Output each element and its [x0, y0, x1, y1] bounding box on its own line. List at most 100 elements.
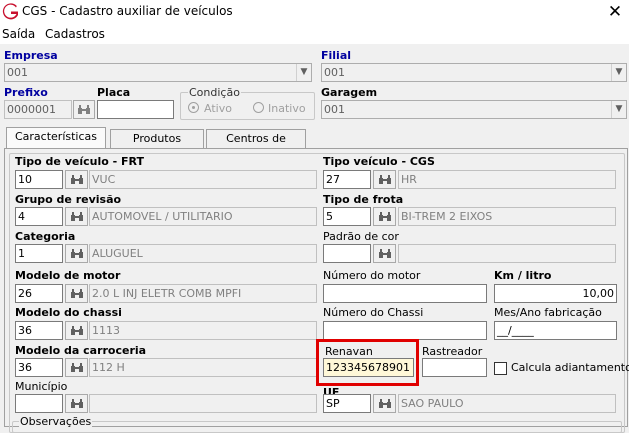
garagem-value: 001 — [324, 103, 345, 116]
numero-chassi-label: Número do Chassi — [323, 306, 424, 319]
garagem-label: Garagem — [321, 86, 378, 99]
renavan-highlight-box — [316, 339, 419, 386]
rastreador-input[interactable] — [422, 358, 487, 377]
municipio-label: Município — [15, 380, 68, 393]
padrao-cor-desc — [398, 244, 616, 263]
rastreador-label: Rastreador — [422, 345, 483, 358]
tipo-veiculo-frt-desc: VUC — [89, 170, 317, 189]
calcula-adiantamento-checkbox[interactable] — [494, 362, 507, 375]
binoculars-icon — [70, 175, 83, 184]
garagem-select[interactable]: 001 — [321, 100, 627, 119]
municipio-desc — [89, 394, 317, 413]
modelo-motor-label: Modelo de motor — [15, 269, 121, 282]
binoculars-icon — [70, 212, 83, 221]
empresa-value: 001 — [7, 66, 28, 79]
binoculars-icon — [78, 105, 90, 114]
tipo-veiculo-cgs-code[interactable]: 27 — [323, 170, 371, 189]
binoculars-icon — [70, 326, 83, 335]
tipo-frota-desc: BI-TREM 2 EIXOS — [398, 207, 616, 226]
radio-inativo[interactable] — [253, 102, 264, 113]
km-litro-input[interactable]: 10,00 — [494, 284, 617, 303]
close-button[interactable]: ✕ — [604, 1, 626, 23]
modelo-chassi-desc: 1113 — [89, 321, 317, 340]
filial-value: 001 — [324, 66, 345, 79]
tab-produtos[interactable]: Produtos — [110, 129, 204, 149]
chevron-down-icon[interactable]: ▼ — [611, 64, 626, 81]
modelo-chassi-search-button[interactable] — [65, 321, 88, 340]
km-litro-label: Km / litro — [494, 269, 552, 282]
menu-saida[interactable]: Saída — [2, 27, 35, 41]
chevron-down-icon[interactable]: ▼ — [611, 101, 626, 118]
modelo-carroceria-search-button[interactable] — [65, 358, 88, 377]
padrao-cor-code[interactable] — [323, 244, 371, 263]
tipo-frota-code[interactable]: 5 — [323, 207, 371, 226]
binoculars-icon — [70, 363, 83, 372]
binoculars-icon — [378, 399, 391, 408]
modelo-chassi-label: Modelo do chassi — [15, 306, 122, 319]
prefixo-label: Prefixo — [4, 86, 48, 99]
padrao-cor-search-button[interactable] — [373, 244, 396, 263]
grupo-revisao-code[interactable]: 4 — [15, 207, 63, 226]
categoria-desc: ALUGUEL — [89, 244, 317, 263]
municipio-search-button[interactable] — [65, 394, 88, 413]
prefixo-search-button[interactable] — [73, 100, 95, 119]
condicao-label: Condição — [188, 86, 241, 99]
uf-search-button[interactable] — [373, 394, 396, 413]
placa-label: Placa — [97, 86, 131, 99]
tipo-veiculo-frt-search-button[interactable] — [65, 170, 88, 189]
empresa-select[interactable]: 001 — [4, 63, 312, 82]
uf-code[interactable]: SP — [323, 394, 371, 413]
radio-ativo-label: Ativo — [204, 102, 232, 115]
tipo-veiculo-cgs-search-button[interactable] — [373, 170, 396, 189]
placa-input[interactable] — [97, 100, 174, 119]
numero-motor-label: Número do motor — [323, 269, 421, 282]
modelo-chassi-code[interactable]: 36 — [15, 321, 63, 340]
grupo-revisao-label: Grupo de revisão — [15, 193, 122, 206]
numero-chassi-input[interactable] — [323, 321, 487, 340]
window-title: CGS - Cadastro auxiliar de veículos — [22, 4, 233, 18]
binoculars-icon — [70, 289, 83, 298]
binoculars-icon — [70, 249, 83, 258]
categoria-code[interactable]: 1 — [15, 244, 63, 263]
modelo-carroceria-code[interactable]: 36 — [15, 358, 63, 377]
calcula-adiantamento-label: Calcula adiantamento — [511, 361, 629, 374]
grupo-revisao-search-button[interactable] — [65, 207, 88, 226]
tipo-veiculo-cgs-label: Tipo veículo - CGS — [323, 155, 435, 168]
radio-ativo[interactable] — [188, 102, 199, 113]
tipo-veiculo-frt-label: Tipo de veículo - FRT — [15, 155, 144, 168]
mes-ano-fabricacao-label: Mes/Ano fabricação — [494, 306, 602, 319]
padrao-cor-label: Padrão de cor — [323, 230, 399, 243]
binoculars-icon — [378, 212, 391, 221]
tipo-frota-search-button[interactable] — [373, 207, 396, 226]
categoria-label: Categoria — [15, 230, 76, 243]
numero-motor-input[interactable] — [323, 284, 487, 303]
menu-cadastros[interactable]: Cadastros — [45, 27, 105, 41]
binoculars-icon — [70, 399, 83, 408]
mes-ano-fabricacao-input[interactable]: __/____ — [494, 321, 617, 340]
app-logo-icon — [2, 3, 18, 20]
grupo-revisao-desc: AUTOMOVEL / UTILITARIO — [89, 207, 317, 226]
binoculars-icon — [378, 249, 391, 258]
tipo-veiculo-frt-code[interactable]: 10 — [15, 170, 63, 189]
modelo-carroceria-desc: 112 H — [89, 358, 317, 377]
modelo-motor-code[interactable]: 26 — [15, 284, 63, 303]
tipo-frota-label: Tipo de frota — [323, 193, 404, 206]
observacoes-groupbox — [12, 421, 622, 433]
uf-desc: SAO PAULO — [398, 394, 616, 413]
tab-centros-de-custos[interactable]: Centros de custos — [206, 129, 306, 163]
prefixo-input[interactable]: 0000001 — [4, 100, 72, 119]
binoculars-icon — [378, 175, 391, 184]
municipio-code[interactable] — [15, 394, 63, 413]
radio-inativo-label: Inativo — [268, 102, 306, 115]
categoria-search-button[interactable] — [65, 244, 88, 263]
modelo-motor-desc: 2.0 L INJ ELETR COMB MPFI — [89, 284, 317, 303]
modelo-carroceria-label: Modelo da carroceria — [15, 344, 147, 357]
tipo-veiculo-cgs-desc: HR — [398, 170, 616, 189]
tab-caracteristicas[interactable]: Características — [6, 127, 106, 149]
observacoes-label: Observações — [19, 415, 93, 428]
filial-select[interactable]: 001 — [321, 63, 627, 82]
empresa-label: Empresa — [4, 49, 58, 62]
chevron-down-icon[interactable]: ▼ — [296, 64, 311, 81]
filial-label: Filial — [321, 49, 352, 62]
modelo-motor-search-button[interactable] — [65, 284, 88, 303]
